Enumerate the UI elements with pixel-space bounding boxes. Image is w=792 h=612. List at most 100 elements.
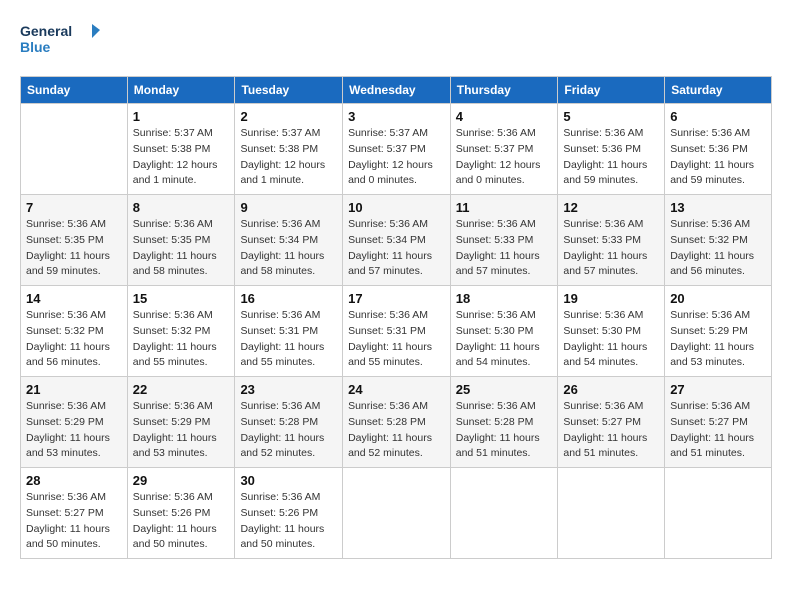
header-cell-wednesday: Wednesday [343, 77, 451, 104]
day-info: Sunrise: 5:36 AM Sunset: 5:26 PM Dayligh… [240, 490, 337, 553]
day-number: 10 [348, 200, 445, 215]
page-header: General Blue [20, 20, 772, 60]
day-cell: 16 Sunrise: 5:36 AM Sunset: 5:31 PM Dayli… [235, 286, 343, 377]
day-cell: 17Sunrise: 5:36 AM Sunset: 5:31 PM Dayli… [343, 286, 451, 377]
day-cell: 26 Sunrise: 5:36 AM Sunset: 5:27 PM Dayli… [558, 377, 665, 468]
day-info: Sunrise: 5:36 AM Sunset: 5:33 PM Dayligh… [456, 217, 553, 280]
week-row-3: 14 Sunrise: 5:36 AM Sunset: 5:32 PM Dayli… [21, 286, 772, 377]
day-cell: 14 Sunrise: 5:36 AM Sunset: 5:32 PM Dayli… [21, 286, 128, 377]
header-row: SundayMondayTuesdayWednesdayThursdayFrid… [21, 77, 772, 104]
day-cell [558, 468, 665, 559]
day-info: Sunrise: 5:36 AM Sunset: 5:35 PM Dayligh… [133, 217, 230, 280]
header-cell-tuesday: Tuesday [235, 77, 343, 104]
day-cell: 21Sunrise: 5:36 AM Sunset: 5:29 PM Dayli… [21, 377, 128, 468]
day-info: Sunrise: 5:36 AM Sunset: 5:34 PM Dayligh… [348, 217, 445, 280]
day-cell [21, 104, 128, 195]
day-number: 30 [240, 473, 337, 488]
day-info: Sunrise: 5:36 AM Sunset: 5:34 PM Dayligh… [240, 217, 337, 280]
day-info: Sunrise: 5:36 AM Sunset: 5:36 PM Dayligh… [670, 126, 766, 189]
day-info: Sunrise: 5:36 AM Sunset: 5:28 PM Dayligh… [240, 399, 337, 462]
day-number: 28 [26, 473, 122, 488]
day-cell: 19Sunrise: 5:36 AM Sunset: 5:30 PM Dayli… [558, 286, 665, 377]
day-info: Sunrise: 5:37 AM Sunset: 5:38 PM Dayligh… [240, 126, 337, 189]
svg-text:General: General [20, 23, 72, 39]
day-number: 6 [670, 109, 766, 124]
day-info: Sunrise: 5:36 AM Sunset: 5:29 PM Dayligh… [670, 308, 766, 371]
svg-text:Blue: Blue [20, 39, 51, 55]
logo: General Blue [20, 20, 100, 60]
day-cell: 22 Sunrise: 5:36 AM Sunset: 5:29 PM Dayli… [127, 377, 235, 468]
day-number: 17 [348, 291, 445, 306]
day-number: 23 [240, 382, 337, 397]
day-cell: 28 Sunrise: 5:36 AM Sunset: 5:27 PM Dayli… [21, 468, 128, 559]
day-cell: 20 Sunrise: 5:36 AM Sunset: 5:29 PM Dayli… [665, 286, 772, 377]
day-cell: 30 Sunrise: 5:36 AM Sunset: 5:26 PM Dayli… [235, 468, 343, 559]
day-info: Sunrise: 5:36 AM Sunset: 5:36 PM Dayligh… [563, 126, 659, 189]
day-number: 16 [240, 291, 337, 306]
week-row-1: 1Sunrise: 5:37 AM Sunset: 5:38 PM Daylig… [21, 104, 772, 195]
day-info: Sunrise: 5:36 AM Sunset: 5:33 PM Dayligh… [563, 217, 659, 280]
day-number: 22 [133, 382, 230, 397]
day-cell: 18Sunrise: 5:36 AM Sunset: 5:30 PM Dayli… [450, 286, 558, 377]
day-info: Sunrise: 5:36 AM Sunset: 5:35 PM Dayligh… [26, 217, 122, 280]
day-cell: 9 Sunrise: 5:36 AM Sunset: 5:34 PM Daylig… [235, 195, 343, 286]
day-number: 29 [133, 473, 230, 488]
day-cell [343, 468, 451, 559]
day-number: 9 [240, 200, 337, 215]
day-number: 25 [456, 382, 553, 397]
day-info: Sunrise: 5:37 AM Sunset: 5:37 PM Dayligh… [348, 126, 445, 189]
week-row-2: 7 Sunrise: 5:36 AM Sunset: 5:35 PM Daylig… [21, 195, 772, 286]
day-info: Sunrise: 5:36 AM Sunset: 5:26 PM Dayligh… [133, 490, 230, 553]
day-cell: 23 Sunrise: 5:36 AM Sunset: 5:28 PM Dayli… [235, 377, 343, 468]
day-number: 5 [563, 109, 659, 124]
day-cell: 25 Sunrise: 5:36 AM Sunset: 5:28 PM Dayli… [450, 377, 558, 468]
day-info: Sunrise: 5:36 AM Sunset: 5:27 PM Dayligh… [26, 490, 122, 553]
header-cell-friday: Friday [558, 77, 665, 104]
day-info: Sunrise: 5:36 AM Sunset: 5:27 PM Dayligh… [563, 399, 659, 462]
day-number: 3 [348, 109, 445, 124]
day-number: 12 [563, 200, 659, 215]
day-number: 11 [456, 200, 553, 215]
day-number: 2 [240, 109, 337, 124]
day-info: Sunrise: 5:36 AM Sunset: 5:32 PM Dayligh… [26, 308, 122, 371]
day-number: 8 [133, 200, 230, 215]
day-number: 14 [26, 291, 122, 306]
week-row-4: 21 Sunrise: 5:36 AM Sunset: 5:29 PM Dayli… [21, 377, 772, 468]
day-number: 20 [670, 291, 766, 306]
day-number: 7 [26, 200, 122, 215]
day-cell: 4 Sunrise: 5:36 AM Sunset: 5:37 PM Daylig… [450, 104, 558, 195]
day-info: Sunrise: 5:36 AM Sunset: 5:28 PM Dayligh… [456, 399, 553, 462]
day-cell: 27Sunrise: 5:36 AM Sunset: 5:27 PM Dayli… [665, 377, 772, 468]
day-number: 24 [348, 382, 445, 397]
day-info: Sunrise: 5:37 AM Sunset: 5:38 PM Dayligh… [133, 126, 230, 189]
day-info: Sunrise: 5:36 AM Sunset: 5:31 PM Dayligh… [240, 308, 337, 371]
day-cell: 8 Sunrise: 5:36 AM Sunset: 5:35 PM Daylig… [127, 195, 235, 286]
day-info: Sunrise: 5:36 AM Sunset: 5:37 PM Dayligh… [456, 126, 553, 189]
day-info: Sunrise: 5:36 AM Sunset: 5:32 PM Dayligh… [670, 217, 766, 280]
day-number: 15 [133, 291, 230, 306]
day-cell [665, 468, 772, 559]
day-cell: 2 Sunrise: 5:37 AM Sunset: 5:38 PM Daylig… [235, 104, 343, 195]
day-cell: 24 Sunrise: 5:36 AM Sunset: 5:28 PM Dayli… [343, 377, 451, 468]
day-info: Sunrise: 5:36 AM Sunset: 5:28 PM Dayligh… [348, 399, 445, 462]
day-info: Sunrise: 5:36 AM Sunset: 5:29 PM Dayligh… [133, 399, 230, 462]
day-cell: 10 Sunrise: 5:36 AM Sunset: 5:34 PM Dayli… [343, 195, 451, 286]
day-number: 21 [26, 382, 122, 397]
day-number: 26 [563, 382, 659, 397]
day-number: 13 [670, 200, 766, 215]
day-cell: 6 Sunrise: 5:36 AM Sunset: 5:36 PM Daylig… [665, 104, 772, 195]
header-cell-thursday: Thursday [450, 77, 558, 104]
day-cell: 15 Sunrise: 5:36 AM Sunset: 5:32 PM Dayli… [127, 286, 235, 377]
day-cell: 7 Sunrise: 5:36 AM Sunset: 5:35 PM Daylig… [21, 195, 128, 286]
day-number: 18 [456, 291, 553, 306]
day-cell: 5 Sunrise: 5:36 AM Sunset: 5:36 PM Daylig… [558, 104, 665, 195]
day-number: 27 [670, 382, 766, 397]
day-info: Sunrise: 5:36 AM Sunset: 5:32 PM Dayligh… [133, 308, 230, 371]
calendar-table: SundayMondayTuesdayWednesdayThursdayFrid… [20, 76, 772, 559]
day-cell: 29 Sunrise: 5:36 AM Sunset: 5:26 PM Dayli… [127, 468, 235, 559]
day-cell [450, 468, 558, 559]
day-number: 4 [456, 109, 553, 124]
day-info: Sunrise: 5:36 AM Sunset: 5:30 PM Dayligh… [563, 308, 659, 371]
day-cell: 12 Sunrise: 5:36 AM Sunset: 5:33 PM Dayli… [558, 195, 665, 286]
day-cell: 3 Sunrise: 5:37 AM Sunset: 5:37 PM Daylig… [343, 104, 451, 195]
